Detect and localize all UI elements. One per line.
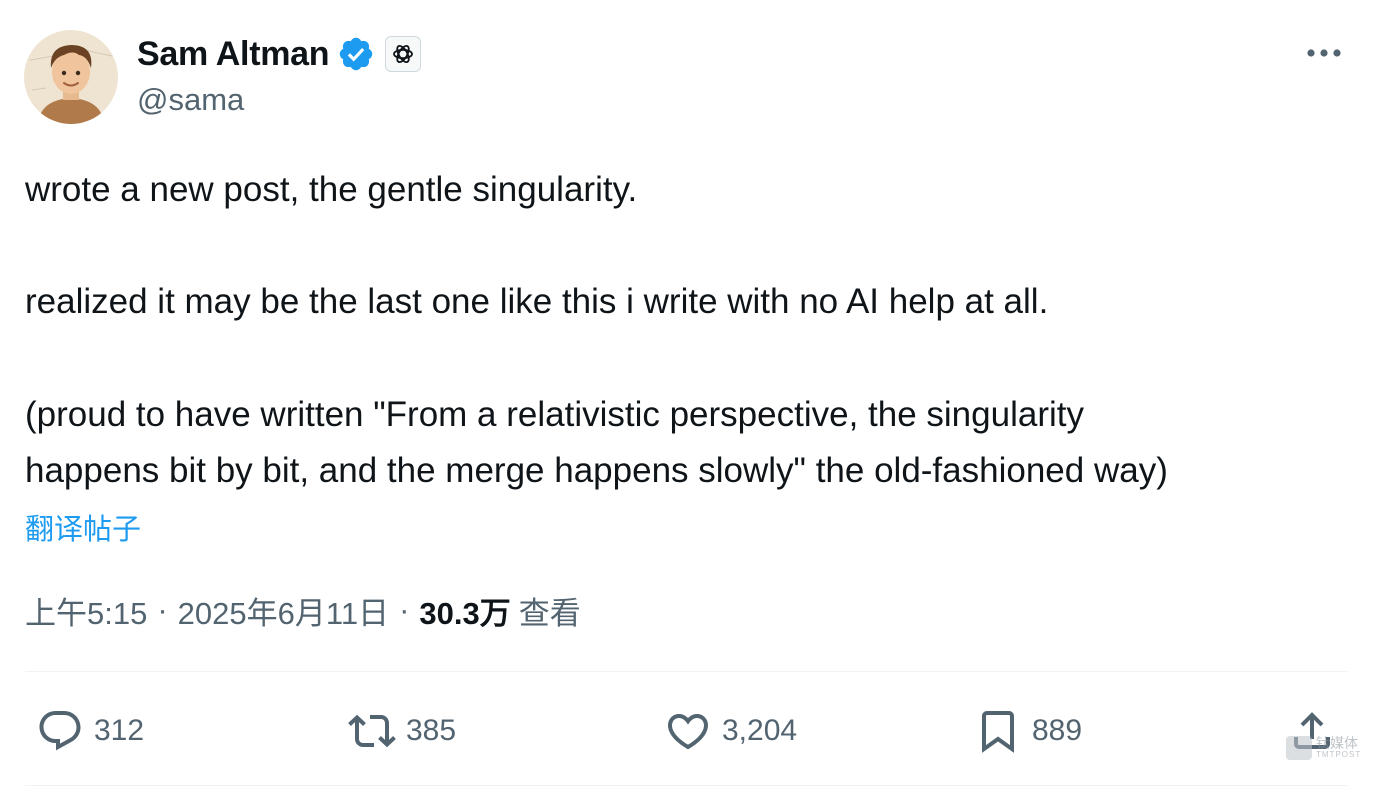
repost-count: 385 [406,714,457,747]
author-handle[interactable]: @sama [137,82,244,118]
bookmark-button[interactable]: 889 [974,704,1082,758]
watermark-box [1286,736,1312,760]
divider [25,671,1347,672]
verified-badge-icon[interactable] [337,35,375,73]
reply-icon [39,711,81,751]
tweet-text-line: happens bit by bit, and the merge happen… [25,451,1168,490]
heart-icon [667,714,709,750]
more-options-button[interactable] [1304,36,1344,70]
tweet-meta: 上午5:15 · 2025年6月11日 · 30.3万 查看 [25,585,581,635]
meta-separator: · [157,592,168,627]
translate-post-link[interactable]: 翻译帖子 [25,506,141,548]
watermark-en: TMTPOST [1316,750,1362,759]
affiliation-badge[interactable] [385,36,422,72]
tweet-time[interactable]: 上午5:15 [25,588,147,633]
divider [25,785,1347,786]
author-name-row: Sam Altman [137,32,422,76]
tweet-text-line: realized it may be the last one like thi… [25,282,1049,321]
tweet-text-line: wrote a new post, the gentle singularity… [25,170,638,209]
watermark-cn: 钛媒体 [1316,736,1358,752]
views-label: 查看 [518,595,581,631]
tweet-text-line: (proud to have written "From a relativis… [25,395,1084,434]
watermark-logo: 钛媒体 TMTPOST [1286,736,1361,760]
openai-logo-icon [393,45,414,63]
reply-count: 312 [94,714,145,747]
tweet-date[interactable]: 2025年6月11日 [178,588,389,633]
watermark-text: 钛媒体 TMTPOST [1316,737,1361,759]
bookmark-count: 889 [1032,714,1083,747]
like-button[interactable]: 3,204 [664,704,797,758]
bookmark-icon [982,711,1014,753]
repost-icon [348,714,396,748]
avatar-image [24,30,118,124]
like-count: 3,204 [722,714,798,747]
views-count[interactable]: 30.3万 [419,588,510,633]
author-display-name[interactable]: Sam Altman [137,35,330,74]
repost-button[interactable]: 385 [348,704,456,758]
meta-separator: · [399,592,410,627]
reply-button[interactable]: 312 [36,704,144,758]
more-horizontal-icon [1307,49,1341,57]
avatar[interactable] [24,30,118,124]
